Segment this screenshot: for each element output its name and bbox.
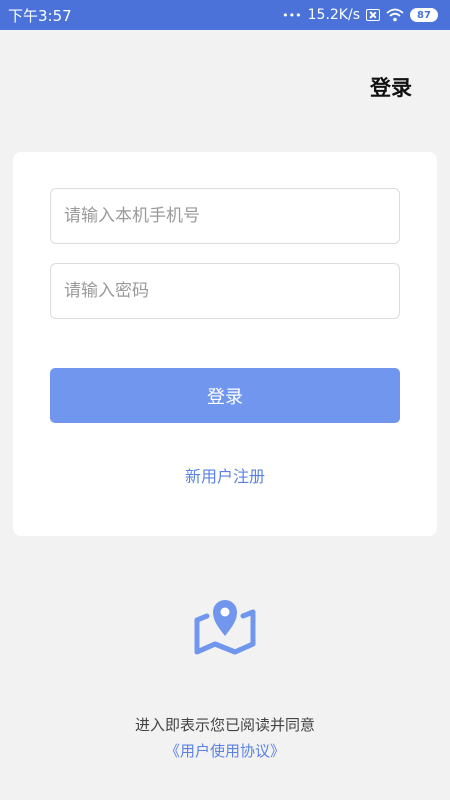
page-title: 登录 (370, 76, 412, 100)
phone-input[interactable] (64, 206, 386, 226)
register-link[interactable]: 新用户注册 (13, 463, 437, 487)
status-indicators: ••• 15.2K/s 87 (282, 7, 438, 23)
map-location-icon (194, 600, 256, 655)
user-agreement-link[interactable]: 《用户使用协议》 (0, 740, 450, 761)
password-field[interactable] (50, 263, 400, 319)
wifi-icon (386, 8, 404, 22)
phone-field[interactable] (50, 188, 400, 244)
login-card: 登录 新用户注册 (13, 152, 437, 536)
password-input[interactable] (64, 281, 386, 301)
status-dots: ••• (282, 8, 302, 22)
agreement-notice: 进入即表示您已阅读并同意 (134, 716, 315, 734)
battery-level: 87 (417, 9, 431, 21)
status-time: 下午3:57 (8, 6, 72, 25)
status-bar: 下午3:57 ••• 15.2K/s 87 (0, 0, 450, 30)
network-speed: 15.2K/s (307, 7, 360, 23)
login-button[interactable]: 登录 (50, 368, 400, 423)
battery-icon: 87 (410, 8, 438, 22)
sim-off-icon (366, 9, 380, 21)
